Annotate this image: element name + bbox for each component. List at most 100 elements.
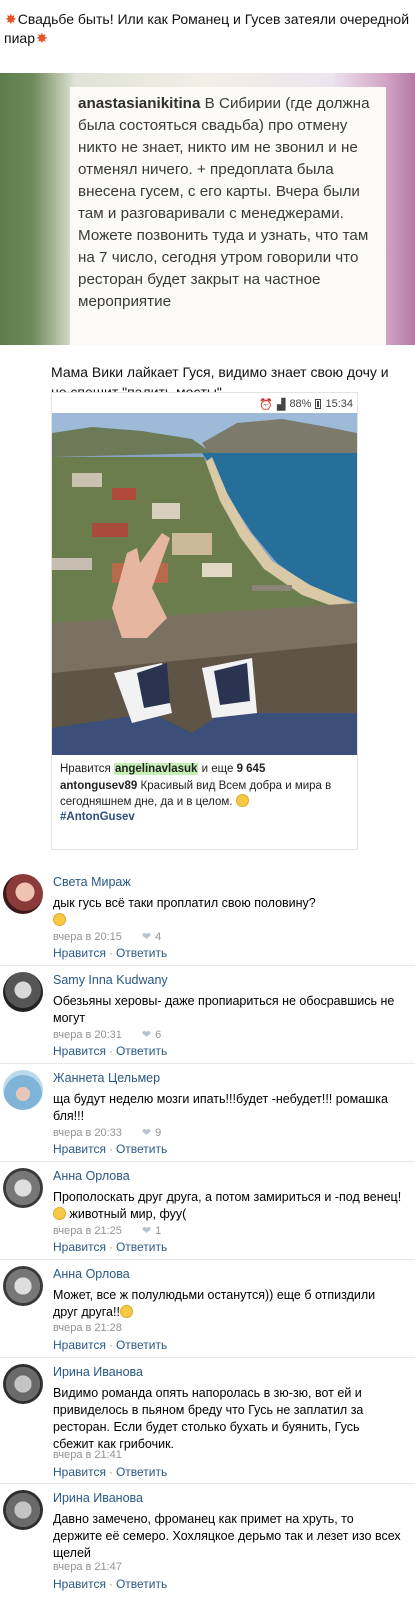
avatar[interactable] [3, 1070, 43, 1110]
comment-actions: Нравится · Ответить [53, 1577, 167, 1591]
reply-link[interactable]: Ответить [116, 1044, 167, 1058]
heart-icon[interactable]: ❤ [142, 930, 151, 943]
post-title: ✸Свадьбе быть! Или как Романец и Гусев з… [4, 10, 412, 48]
comment-text: дык гусь всё таки проплатил свою половин… [53, 895, 403, 929]
heart-icon[interactable]: ❤ [142, 1224, 151, 1237]
comment-time[interactable]: вчера в 21:28 [53, 1322, 122, 1334]
comment-actions: Нравится · Ответить [53, 946, 167, 960]
avatar[interactable] [3, 1364, 43, 1404]
separator: · [108, 1142, 113, 1156]
comment: Ирина Иванова Видимо романда опять напор… [0, 1358, 415, 1484]
comment-text: Видимо романда опять напоролась в зю-зю,… [53, 1386, 364, 1451]
comment-author[interactable]: Samy Inna Kudwany [53, 973, 168, 987]
comment: Ирина Иванова Давно замечено, фроманец к… [0, 1484, 415, 1596]
comment-time[interactable]: вчера в 21:47 [53, 1561, 122, 1573]
hashtag-link[interactable]: #AntonGusev [60, 811, 135, 823]
separator: · [108, 1338, 113, 1352]
like-link[interactable]: Нравится [53, 1338, 106, 1352]
status-time: 15:34 [325, 398, 353, 410]
like-link[interactable]: Нравится [53, 1142, 106, 1156]
comment-actions: Нравится · Ответить [53, 1338, 167, 1352]
comment-time[interactable]: вчера в 21:41 [53, 1449, 122, 1461]
avatar[interactable] [3, 1266, 43, 1306]
reply-link[interactable]: Ответить [116, 946, 167, 960]
separator: · [108, 946, 113, 960]
comment-text-tail: животный мир, фуу( [66, 1207, 187, 1221]
avatar[interactable] [3, 874, 43, 914]
comment-author[interactable]: Анна Орлова [53, 1267, 130, 1281]
signal-icon: ▟ [276, 398, 286, 411]
comment-author[interactable]: Ирина Иванова [53, 1365, 143, 1379]
comment-time[interactable]: вчера в 20:31 [53, 1029, 122, 1041]
comment-text: ща будут неделю мозги ипать!!!будет -неб… [53, 1092, 388, 1123]
comment-author[interactable]: Анна Орлова [53, 1169, 130, 1183]
desc-username[interactable]: antongusev89 [60, 780, 137, 792]
comment-meta: вчера в 21:41 [53, 1449, 122, 1461]
reply-link[interactable]: Ответить [116, 1577, 167, 1591]
status-bar: ⏰ ▟ 88% 15:34 [259, 395, 353, 413]
comment-meta: вчера в 21:25 ❤ 1 [53, 1224, 161, 1238]
fire-icon: ✸ [35, 30, 48, 46]
likes-count: 9 645 [236, 763, 266, 775]
comment-meta: вчера в 21:47 [53, 1561, 122, 1573]
heart-icon[interactable]: ❤ [142, 1028, 151, 1041]
comment-time[interactable]: вчера в 21:25 [53, 1225, 122, 1237]
fire-icon: ✸ [5, 11, 17, 27]
like-link[interactable]: Нравится [53, 1240, 106, 1254]
quote-screenshot-image: anastasianikitina В Сибирии (где должна … [0, 73, 415, 345]
separator: · [108, 1240, 113, 1254]
reply-link[interactable]: Ответить [116, 1338, 167, 1352]
likes-prefix: Нравится [60, 763, 114, 775]
comment-text: Может, все ж полулюдьми останутся)) еще … [53, 1287, 403, 1321]
separator: · [108, 1044, 113, 1058]
avatar[interactable] [3, 1490, 43, 1530]
comments-list: Света Мираж дык гусь всё таки проплатил … [0, 868, 415, 1596]
comment-author[interactable]: Ирина Иванова [53, 1491, 143, 1505]
comment-meta: вчера в 20:33 ❤ 9 [53, 1126, 162, 1140]
like-count: 4 [155, 930, 162, 943]
battery-icon [315, 399, 322, 409]
comment-actions: Нравится · Ответить [53, 1044, 167, 1058]
heart-icon[interactable]: ❤ [142, 1126, 151, 1139]
comment-time[interactable]: вчера в 20:15 [53, 931, 122, 943]
comment-author[interactable]: Света Мираж [53, 875, 131, 889]
battery-percent: 88% [289, 398, 312, 410]
coastal-view-photo [52, 413, 357, 755]
like-count: 9 [155, 1126, 162, 1139]
comment-actions: Нравится · Ответить [53, 1465, 167, 1479]
reply-link[interactable]: Ответить [116, 1465, 167, 1479]
comment-text-body: дык гусь всё таки проплатил свою половин… [53, 896, 316, 910]
avatar[interactable] [3, 972, 43, 1012]
comment-meta: вчера в 21:28 [53, 1322, 122, 1334]
quote-username: anastasianikitina [78, 95, 201, 112]
emoji-icon [119, 1305, 133, 1318]
emoji-icon [53, 913, 66, 926]
comment-actions: Нравится · Ответить [53, 1142, 167, 1156]
like-link[interactable]: Нравится [53, 946, 106, 960]
comment-author[interactable]: Жаннета Цельмер [53, 1071, 160, 1085]
comment-text: Прополоскать друг друга, а потом замирит… [53, 1189, 403, 1223]
comment-actions: Нравится · Ответить [53, 1240, 167, 1254]
reply-link[interactable]: Ответить [116, 1240, 167, 1254]
comment: Света Мираж дык гусь всё таки проплатил … [0, 868, 415, 966]
like-link[interactable]: Нравится [53, 1465, 106, 1479]
likes-user[interactable]: angelinavlasuk [113, 763, 199, 775]
post-description: antongusev89 Красивый вид Всем добра и м… [60, 779, 352, 825]
comment-meta: вчера в 20:15 ❤ 4 [53, 930, 162, 944]
likes-line: Нравится angelinavlasuk и еще 9 645 [60, 763, 265, 775]
comment: Жаннета Цельмер ща будут неделю мозги ип… [0, 1064, 415, 1162]
comment: Анна Орлова Прополоскать друг друга, а п… [0, 1162, 415, 1260]
comment: Анна Орлова Может, все ж полулюдьми оста… [0, 1260, 415, 1358]
comment-time[interactable]: вчера в 20:33 [53, 1127, 122, 1139]
like-link[interactable]: Нравится [53, 1577, 106, 1591]
reply-link[interactable]: Ответить [116, 1142, 167, 1156]
comment-text: Обезьяны херовы- даже пропиариться не об… [53, 994, 395, 1025]
phone-screenshot: ⏰ ▟ 88% 15:34 Нравится angelinavlasuk и … [51, 392, 358, 850]
likes-suffix: и еще [198, 763, 237, 775]
emoji-icon [53, 1207, 66, 1220]
avatar[interactable] [3, 1168, 43, 1208]
comment: Samy Inna Kudwany Обезьяны херовы- даже … [0, 966, 415, 1064]
quote-card: anastasianikitina В Сибирии (где должна … [70, 87, 386, 345]
separator: · [108, 1465, 113, 1479]
like-link[interactable]: Нравится [53, 1044, 106, 1058]
